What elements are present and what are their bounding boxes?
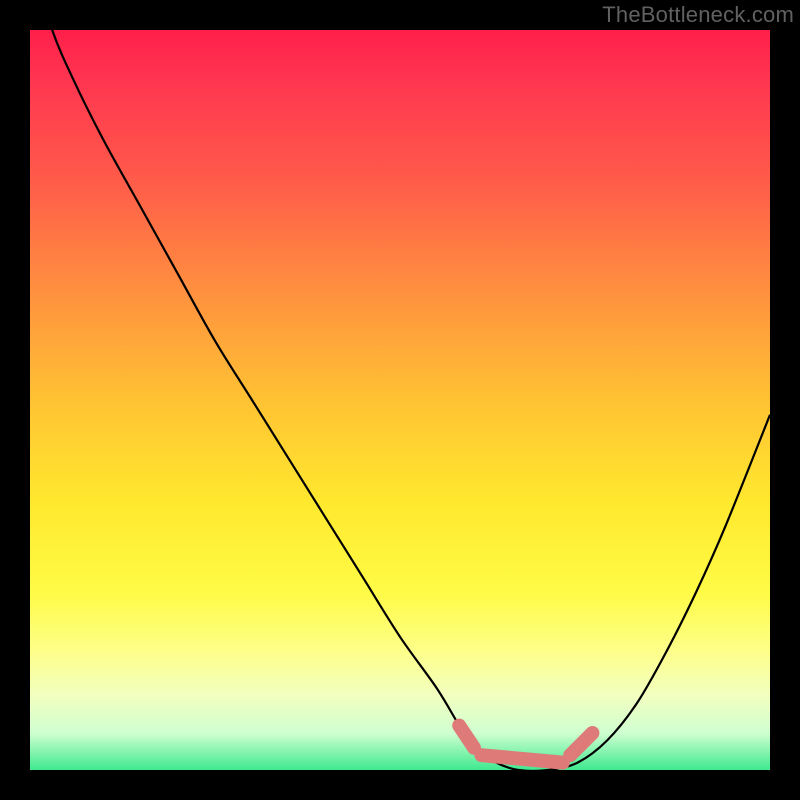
optimal-range-marker <box>459 726 592 763</box>
plot-area <box>30 30 770 770</box>
chart-svg <box>30 30 770 770</box>
watermark-text: TheBottleneck.com <box>602 2 794 28</box>
bottleneck-curve <box>30 30 770 770</box>
